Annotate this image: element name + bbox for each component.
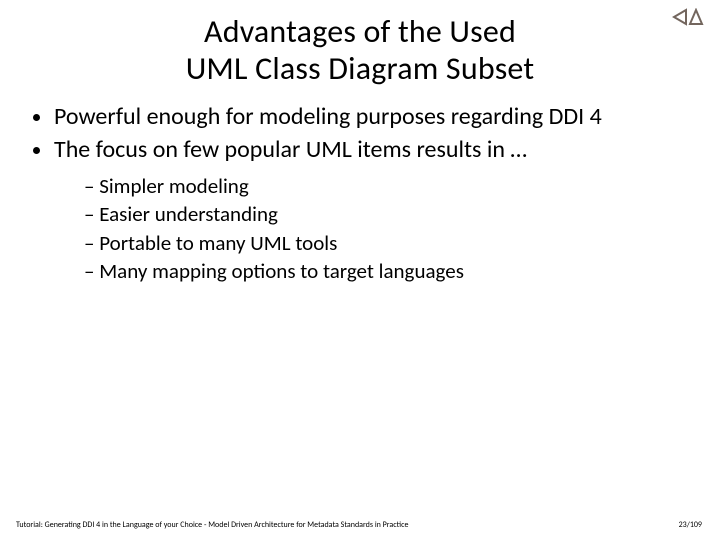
- slide-body: Powerful enough for modeling purposes re…: [0, 88, 720, 286]
- title-line-1: Advantages of the Used: [204, 12, 516, 51]
- sub-bullet-text: Simpler modeling: [99, 173, 249, 199]
- sub-bullet-text: Many mapping options to target languages: [99, 258, 464, 284]
- footer-text: Tutorial: Generating DDI 4 in the Langua…: [16, 520, 408, 530]
- sub-bullet-text: Easier understanding: [99, 201, 278, 227]
- bullet-text: Powerful enough for modeling purposes re…: [54, 102, 602, 131]
- slide: Advantages of the Used UML Class Diagram…: [0, 0, 720, 540]
- bullet-item: The focus on few popular UML items resul…: [54, 135, 692, 286]
- sub-bullet-item: Many mapping options to target languages: [84, 257, 692, 285]
- slide-title: Advantages of the Used UML Class Diagram…: [0, 0, 720, 88]
- sub-bullet-item: Simpler modeling: [84, 172, 692, 200]
- sub-bullet-item: Portable to many UML tools: [84, 229, 692, 257]
- bullet-item: Powerful enough for modeling purposes re…: [54, 102, 692, 131]
- bullet-list: Powerful enough for modeling purposes re…: [28, 102, 692, 286]
- sub-bullet-text: Portable to many UML tools: [99, 230, 337, 256]
- sub-bullet-item: Easier understanding: [84, 200, 692, 228]
- bullet-text: The focus on few popular UML items resul…: [54, 135, 527, 164]
- title-line-2: UML Class Diagram Subset: [186, 49, 535, 88]
- sub-bullet-list: Simpler modeling Easier understanding Po…: [54, 172, 692, 285]
- page-number: 23/109: [679, 520, 702, 530]
- ddi-alliance-logo-icon: [672, 8, 706, 26]
